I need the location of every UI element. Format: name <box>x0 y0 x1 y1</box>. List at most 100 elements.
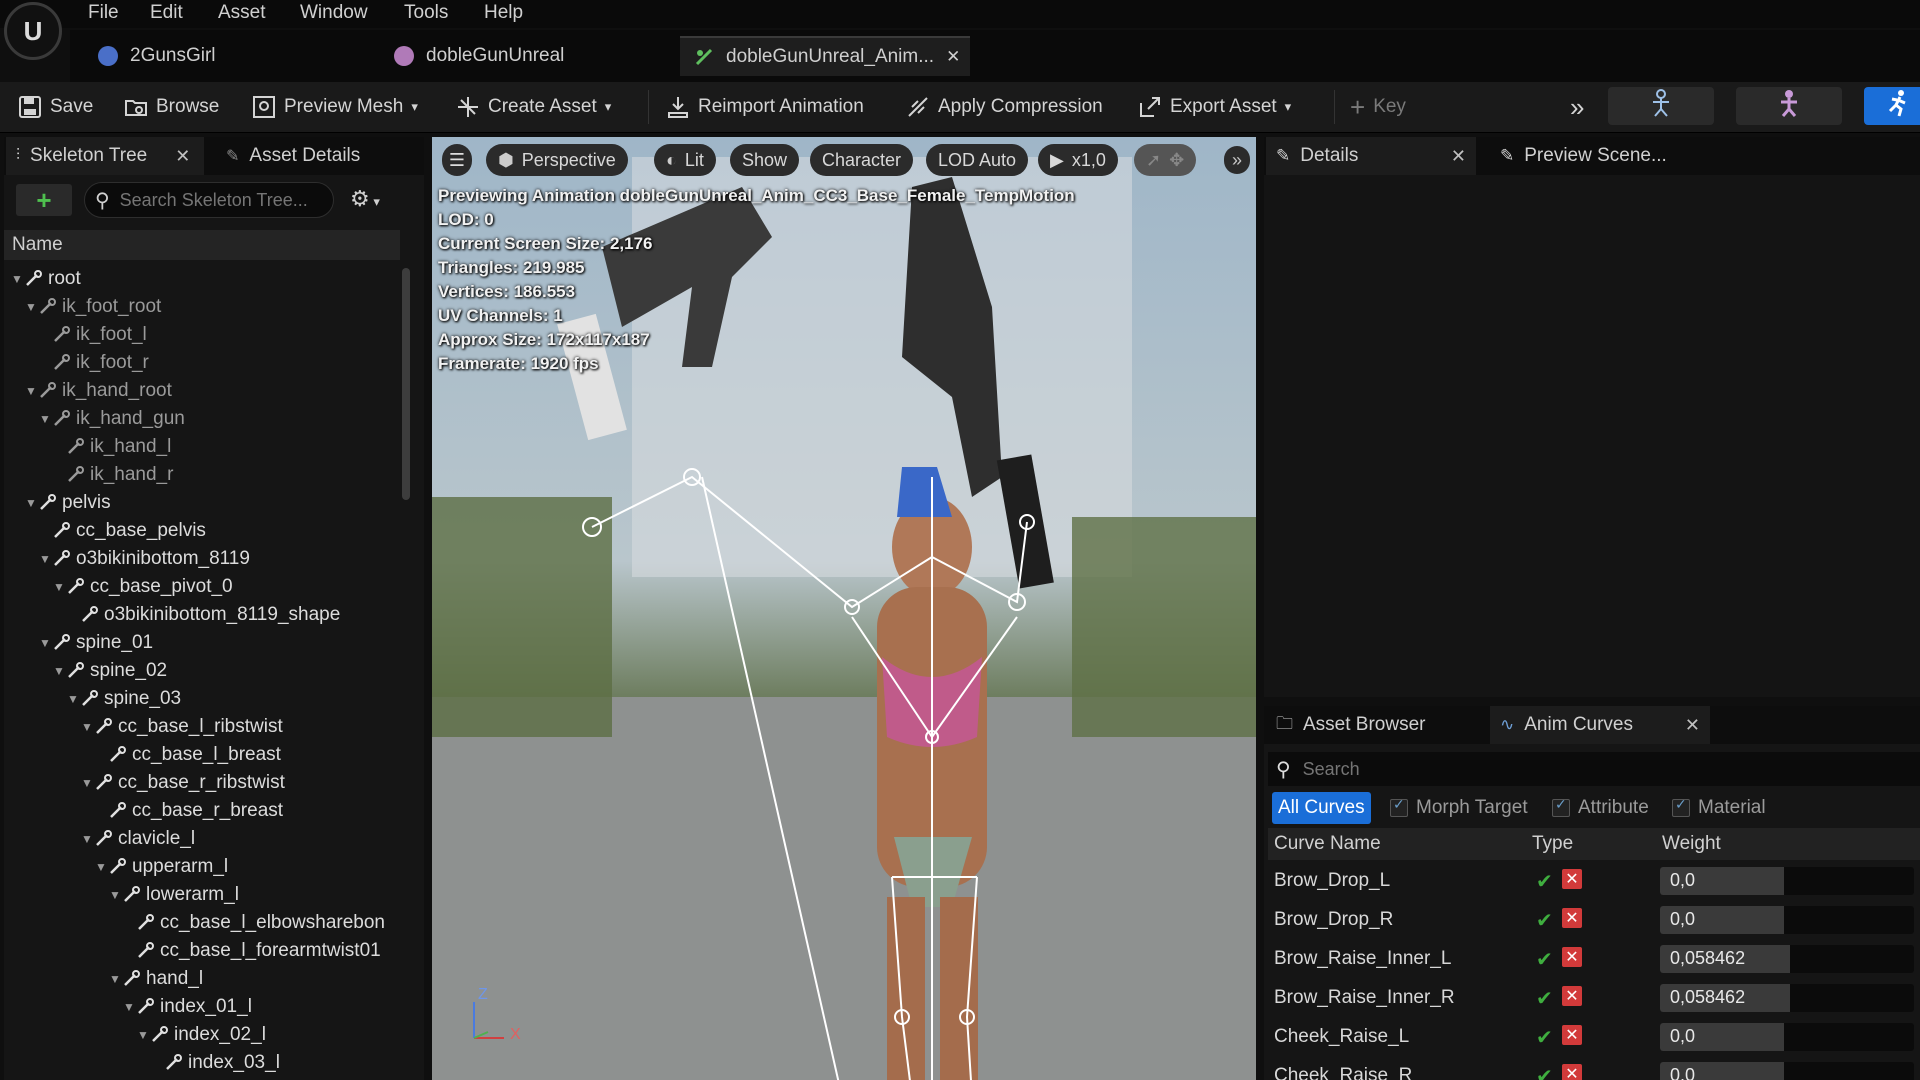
settings-dropdown[interactable]: ⚙ ▾ <box>350 186 380 212</box>
bone-row[interactable]: ▼ spine_01 <box>38 630 153 656</box>
mesh-mode-button[interactable] <box>1736 87 1842 125</box>
menu-edit[interactable]: Edit <box>150 2 183 24</box>
menu-help[interactable]: Help <box>484 2 523 24</box>
tab-asset-browser[interactable]: 🗀 Asset Browser <box>1266 706 1486 744</box>
bone-row[interactable]: ▼ index_01_l <box>122 994 252 1020</box>
filter-material[interactable]: Material <box>1672 792 1766 824</box>
curve-row[interactable]: Brow_Raise_Inner_L ✔ ✕ 0,058462 <box>1268 940 1920 978</box>
remove-curve-icon[interactable]: ✕ <box>1562 986 1582 1006</box>
bone-row[interactable]: ▼ ik_hand_root <box>24 378 172 404</box>
bone-row[interactable]: o3bikinibottom_8119_shape <box>66 602 340 628</box>
checkbox[interactable] <box>1552 796 1570 817</box>
filter-all-curves[interactable]: All Curves <box>1272 792 1371 824</box>
curve-row[interactable]: Cheek_Raise_L ✔ ✕ 0,0 <box>1268 1018 1920 1056</box>
doc-tab-doblegununreal[interactable]: dobleGunUnreal <box>380 36 670 76</box>
viewport-menu-button[interactable]: ☰ <box>442 144 472 176</box>
expand-arrow-icon[interactable]: ▼ <box>122 1000 136 1014</box>
curve-search-input[interactable] <box>1300 757 1865 781</box>
bone-row[interactable]: cc_base_l_forearmtwist01 <box>122 938 381 964</box>
expand-arrow-icon[interactable]: ▼ <box>108 972 122 986</box>
bone-row[interactable]: ▼ root <box>10 266 81 292</box>
column-curve-name[interactable]: Curve Name <box>1274 833 1381 855</box>
expand-arrow-icon[interactable]: ▼ <box>38 636 52 650</box>
filter-attribute[interactable]: Attribute <box>1552 792 1649 824</box>
close-icon[interactable]: ✕ <box>175 146 190 167</box>
bone-row[interactable]: ▼ clavicle_l <box>80 826 195 852</box>
morph-check-icon[interactable]: ✔ <box>1536 986 1553 1011</box>
bone-row[interactable]: ▼ ik_foot_root <box>24 294 161 320</box>
unreal-logo-icon[interactable]: U <box>4 2 62 60</box>
bone-row[interactable]: ▼ spine_03 <box>66 686 181 712</box>
curve-row[interactable]: Brow_Drop_L ✔ ✕ 0,0 <box>1268 862 1920 900</box>
apply-compression-button[interactable]: Apply Compression <box>906 88 1103 126</box>
toolbar-overflow-button[interactable]: » <box>1570 88 1584 126</box>
tab-asset-details[interactable]: ✎ Asset Details <box>216 137 406 175</box>
remove-curve-icon[interactable]: ✕ <box>1562 1064 1582 1080</box>
transform-tools[interactable]: ➚ ✥ <box>1134 144 1196 176</box>
doc-tab-animation[interactable]: dobleGunUnreal_Anim... ✕ <box>680 36 970 76</box>
viewport[interactable] <box>432 137 1256 1080</box>
bone-row[interactable]: ik_foot_r <box>38 350 149 376</box>
column-name[interactable]: Name <box>12 234 63 256</box>
skeleton-search-input[interactable] <box>117 188 312 212</box>
morph-check-icon[interactable]: ✔ <box>1536 1064 1553 1080</box>
bone-row[interactable]: ik_hand_l <box>52 434 171 460</box>
key-button[interactable]: + Key <box>1350 88 1406 126</box>
lod-button[interactable]: LOD Auto <box>926 144 1029 176</box>
expand-arrow-icon[interactable]: ▼ <box>38 552 52 566</box>
preview-mesh-dropdown[interactable]: Preview Mesh ▾ <box>252 88 418 126</box>
weight-spinbox[interactable]: 0,058462 <box>1660 984 1914 1012</box>
bone-row[interactable]: ik_foot_l <box>38 322 147 348</box>
bone-row[interactable]: cc_base_l_breast <box>94 742 281 768</box>
checkbox[interactable] <box>1390 796 1408 817</box>
bone-row[interactable]: ▼ cc_base_l_ribstwist <box>80 714 283 740</box>
viewport-overflow-button[interactable]: » <box>1224 146 1250 174</box>
expand-arrow-icon[interactable]: ▼ <box>24 384 38 398</box>
character-button[interactable]: Character <box>810 144 914 176</box>
bone-row[interactable]: ▼ o3bikinibottom_8119 <box>38 546 250 572</box>
expand-arrow-icon[interactable]: ▼ <box>52 580 66 594</box>
tree-scrollbar[interactable] <box>402 268 410 500</box>
bone-row[interactable]: ▼ pelvis <box>24 490 111 516</box>
bone-row[interactable]: ▼ index_02_l <box>136 1022 266 1048</box>
curve-row[interactable]: Brow_Drop_R ✔ ✕ 0,0 <box>1268 901 1920 939</box>
bone-row[interactable]: index_03_l <box>150 1050 280 1076</box>
morph-check-icon[interactable]: ✔ <box>1536 869 1553 894</box>
morph-check-icon[interactable]: ✔ <box>1536 1025 1553 1050</box>
expand-arrow-icon[interactable]: ▼ <box>136 1028 150 1042</box>
bone-row[interactable]: ik_hand_r <box>52 462 173 488</box>
expand-arrow-icon[interactable]: ▼ <box>66 692 80 706</box>
close-icon[interactable]: ✕ <box>946 47 960 67</box>
column-weight[interactable]: Weight <box>1662 833 1721 855</box>
checkbox[interactable] <box>1672 796 1690 817</box>
remove-curve-icon[interactable]: ✕ <box>1562 947 1582 967</box>
close-icon[interactable]: ✕ <box>1451 146 1466 167</box>
bone-row[interactable]: ▼ upperarm_l <box>94 854 228 880</box>
column-type[interactable]: Type <box>1532 833 1573 855</box>
expand-arrow-icon[interactable]: ▼ <box>24 496 38 510</box>
curve-row[interactable]: Brow_Raise_Inner_R ✔ ✕ 0,058462 <box>1268 979 1920 1017</box>
weight-spinbox[interactable]: 0,0 <box>1660 867 1914 895</box>
tab-details[interactable]: ✎ Details ✕ <box>1266 137 1476 175</box>
remove-curve-icon[interactable]: ✕ <box>1562 908 1582 928</box>
playback-speed-button[interactable]: ▶ x1,0 <box>1038 144 1118 176</box>
save-button[interactable]: Save <box>18 88 93 126</box>
skeleton-mode-button[interactable] <box>1608 87 1714 125</box>
weight-spinbox[interactable]: 0,058462 <box>1660 945 1914 973</box>
expand-arrow-icon[interactable]: ▼ <box>80 776 94 790</box>
close-icon[interactable]: ✕ <box>1685 715 1700 736</box>
show-button[interactable]: Show <box>730 144 800 176</box>
menu-window[interactable]: Window <box>300 2 368 24</box>
filter-morph-target[interactable]: Morph Target <box>1390 792 1528 824</box>
remove-curve-icon[interactable]: ✕ <box>1562 1025 1582 1045</box>
bone-row[interactable]: ▼ spine_02 <box>52 658 167 684</box>
weight-spinbox[interactable]: 0,0 <box>1660 1023 1914 1051</box>
tab-anim-curves[interactable]: ∿ Anim Curves ✕ <box>1490 706 1710 744</box>
add-socket-button[interactable]: + <box>16 184 72 216</box>
remove-curve-icon[interactable]: ✕ <box>1562 869 1582 889</box>
morph-check-icon[interactable]: ✔ <box>1536 947 1553 972</box>
animation-mode-button[interactable] <box>1864 87 1920 125</box>
bone-row[interactable]: ▼ cc_base_pivot_0 <box>52 574 233 600</box>
menu-file[interactable]: File <box>88 2 119 24</box>
expand-arrow-icon[interactable]: ▼ <box>24 300 38 314</box>
